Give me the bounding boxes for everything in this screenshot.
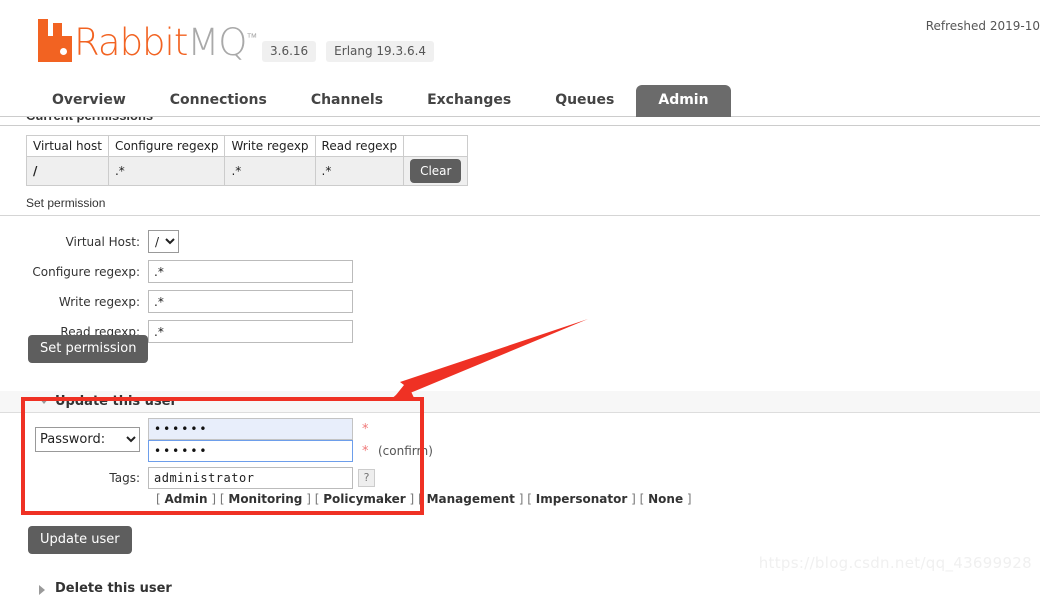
current-permissions-table-wrap: Virtual host Configure regexp Write rege…: [26, 135, 469, 186]
virtual-host-select[interactable]: /: [148, 230, 179, 253]
bracket-open: [: [314, 492, 324, 506]
bracket-close: ]: [514, 492, 524, 506]
password-confirm-required-marker: *: [362, 443, 369, 459]
rabbitmq-logo[interactable]: RabbitMQ™: [38, 18, 257, 63]
table-header-row: Virtual host Configure regexp Write rege…: [26, 135, 469, 157]
table-row: / .* .* .* Clear: [26, 156, 469, 186]
bracket-open: [: [639, 492, 649, 506]
rabbit-logo-icon: [38, 19, 72, 62]
cell-write-regexp: .*: [224, 156, 316, 186]
tags-row: Tags: ?: [0, 467, 760, 489]
form-row-write-regexp: Write regexp:: [0, 290, 420, 313]
bracket-close: ]: [683, 492, 692, 506]
version-badges: 3.6.16 Erlang 19.3.6.4: [262, 41, 435, 62]
rabbit-eye: [60, 48, 67, 55]
password-confirm-input[interactable]: [148, 440, 353, 462]
logo-word-rabbit: Rabbit: [74, 21, 188, 64]
nav-tab-list: Overview Connections Channels Exchanges …: [0, 82, 1040, 117]
bracket-open: [: [527, 492, 536, 506]
refreshed-timestamp: Refreshed 2019-10: [925, 19, 1040, 33]
label-virtual-host: Virtual Host:: [65, 234, 140, 249]
set-permission-title: Set permission: [0, 196, 1040, 216]
tab-channels[interactable]: Channels: [289, 85, 405, 117]
column-header-actions: [403, 135, 469, 157]
rabbit-ear-right: [53, 23, 62, 37]
column-header-write-regexp: Write regexp: [224, 135, 316, 157]
tag-link-admin[interactable]: Admin: [165, 492, 208, 506]
cell-virtual-host: /: [26, 156, 109, 186]
password-fields: * * (confirm): [148, 418, 433, 462]
clear-permission-button[interactable]: Clear: [410, 159, 462, 183]
tab-exchanges[interactable]: Exchanges: [405, 85, 533, 117]
update-user-button-wrap: Update user: [28, 526, 132, 554]
bracket-close: ]: [627, 492, 636, 506]
set-permission-form: Virtual Host: / Configure regexp: Write …: [0, 230, 420, 350]
confirm-label: (confirm): [378, 444, 433, 458]
chevron-right-icon: [39, 585, 45, 595]
tag-shortcut-links: [ Admin ] [ Monitoring ] [ Policymaker ]…: [0, 492, 760, 506]
logo-word-mq: MQ: [187, 21, 247, 64]
credential-type-select[interactable]: Password:: [35, 427, 140, 452]
rabbit-ear-left: [38, 19, 48, 37]
configure-regexp-input[interactable]: [148, 260, 353, 283]
tag-link-none[interactable]: None: [648, 492, 683, 506]
label-tags: Tags:: [109, 471, 140, 485]
tag-link-monitoring[interactable]: Monitoring: [228, 492, 302, 506]
delete-this-user-title: Delete this user: [55, 581, 172, 596]
cell-configure-regexp: .*: [107, 156, 226, 186]
logo-wordmark: RabbitMQ™: [74, 18, 257, 63]
erlang-version-badge: Erlang 19.3.6.4: [326, 41, 435, 62]
page-header: RabbitMQ™ 3.6.16 Erlang 19.3.6.4 Refresh…: [0, 0, 1040, 82]
bracket-close: ]: [405, 492, 415, 506]
tab-queues[interactable]: Queues: [533, 85, 636, 117]
label-configure-regexp: Configure regexp:: [32, 264, 140, 279]
set-permission-button[interactable]: Set permission: [28, 335, 149, 363]
rabbitmq-version-badge: 3.6.16: [262, 41, 317, 62]
cell-read-regexp: .*: [314, 156, 405, 186]
password-block: Password: * * (confirm): [0, 418, 760, 462]
tag-link-impersonator[interactable]: Impersonator: [536, 492, 628, 506]
current-permissions-table: Virtual host Configure regexp Write rege…: [26, 135, 469, 186]
update-user-button[interactable]: Update user: [28, 526, 132, 554]
cell-actions: Clear: [403, 156, 469, 186]
tab-overview[interactable]: Overview: [30, 85, 148, 117]
tag-link-management[interactable]: Management: [427, 492, 515, 506]
password-row: *: [148, 418, 433, 440]
bracket-open: [: [418, 492, 427, 506]
chevron-down-icon: [39, 398, 49, 404]
tags-help-icon[interactable]: ?: [358, 469, 375, 487]
delete-this-user-section-header[interactable]: Delete this user: [0, 578, 1040, 600]
read-regexp-input[interactable]: [148, 320, 353, 343]
password-required-marker: *: [362, 421, 369, 437]
form-row-virtual-host: Virtual Host: /: [0, 230, 420, 253]
update-user-form: Password: * * (confirm) Tags: ? [ A: [0, 418, 760, 506]
logo-trademark: ™: [246, 31, 258, 44]
set-permission-button-wrap: Set permission: [28, 335, 149, 363]
column-header-configure-regexp: Configure regexp: [107, 135, 226, 157]
rabbit-body: [38, 36, 72, 62]
password-input[interactable]: [148, 418, 353, 440]
password-confirm-row: * (confirm): [148, 440, 433, 462]
bracket-close: ]: [302, 492, 311, 506]
column-header-virtual-host: Virtual host: [26, 135, 109, 157]
column-header-read-regexp: Read regexp: [314, 135, 405, 157]
tab-connections[interactable]: Connections: [148, 85, 289, 117]
form-row-configure-regexp: Configure regexp:: [0, 260, 420, 283]
bracket-open: [: [156, 492, 165, 506]
watermark-text: https://blog.csdn.net/qq_43699928: [758, 554, 1032, 572]
credential-type-cell: Password:: [0, 418, 148, 452]
main-navigation: Overview Connections Channels Exchanges …: [0, 82, 1040, 117]
tags-input[interactable]: [148, 467, 353, 489]
update-this-user-title: Update this user: [55, 394, 177, 409]
update-this-user-section-header[interactable]: Update this user: [0, 391, 1040, 413]
label-write-regexp: Write regexp:: [58, 294, 140, 309]
tag-link-policymaker[interactable]: Policymaker: [323, 492, 406, 506]
tab-admin[interactable]: Admin: [636, 85, 731, 117]
bracket-close: ]: [207, 492, 217, 506]
write-regexp-input[interactable]: [148, 290, 353, 313]
